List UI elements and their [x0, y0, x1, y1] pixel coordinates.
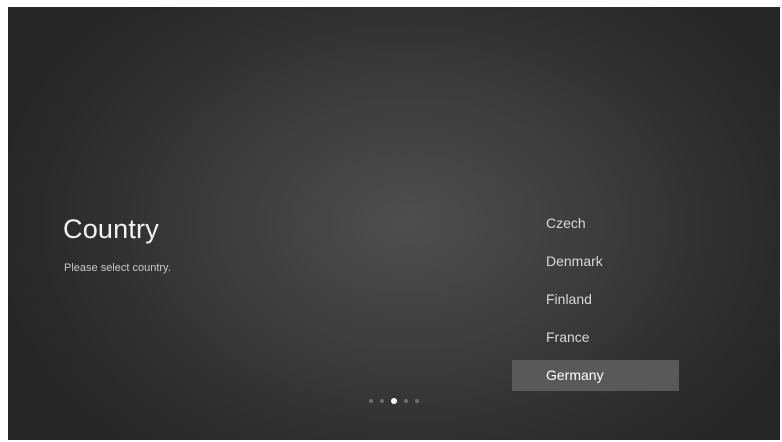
- step-dot: [415, 399, 419, 403]
- step-dot: [380, 399, 384, 403]
- country-option-finland[interactable]: Finland: [512, 284, 679, 315]
- step-dot: [404, 399, 408, 403]
- country-option-denmark[interactable]: Denmark: [512, 246, 679, 277]
- setup-header: Country Please select country.: [63, 212, 423, 275]
- country-option-germany[interactable]: Germany: [512, 360, 679, 391]
- setup-screen: Country Please select country. Czech Den…: [8, 7, 780, 440]
- page-subtitle: Please select country.: [64, 262, 171, 274]
- country-list: Czech Denmark Finland France Germany: [512, 208, 679, 398]
- step-indicator: [369, 398, 419, 404]
- country-option-czech[interactable]: Czech: [512, 208, 679, 239]
- step-dot-active: [391, 398, 397, 404]
- step-dot: [369, 399, 373, 403]
- country-option-france[interactable]: France: [512, 322, 679, 353]
- page-title: Country: [63, 214, 159, 244]
